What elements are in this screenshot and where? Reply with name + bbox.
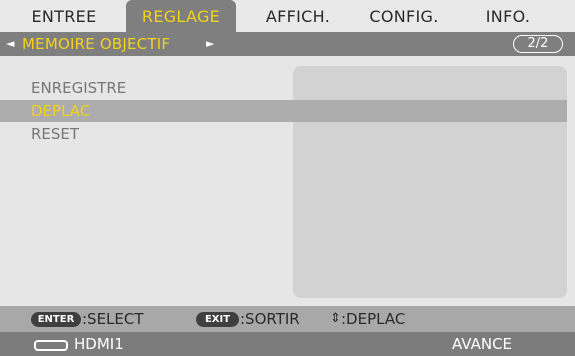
exit-key-icon: EXIT (196, 312, 239, 327)
enter-key-icon: ENTER (31, 312, 81, 327)
page-indicator: 2/2 (513, 35, 563, 53)
input-source: HDMI1 (74, 335, 124, 353)
arrow-left-icon[interactable]: ◄ (6, 36, 14, 52)
move-guide-label: :DEPLAC (341, 310, 406, 328)
tab-affich[interactable]: AFFICH. (248, 0, 348, 32)
arrow-right-icon[interactable]: ► (206, 36, 214, 52)
menu-item-deplac[interactable]: DEPLAC (0, 100, 567, 122)
menu-item-label: ENREGISTRE (31, 79, 127, 97)
up-down-icon: ⇕ (330, 311, 341, 326)
exit-guide-label: :SORTIR (240, 310, 300, 328)
menu-item-reset[interactable]: RESET (0, 123, 79, 145)
submenu-header: ◄ MEMOIRE OBJECTIF ► 2/2 (0, 32, 575, 56)
projector-osd-menu: ENTREE REGLAGE AFFICH. CONFIG. INFO. ◄ M… (0, 0, 575, 356)
tab-reglage[interactable]: REGLAGE (126, 0, 236, 32)
hdmi-connector-icon (34, 340, 68, 351)
key-guide: ENTER :SELECT EXIT :SORTIR ⇕ :DEPLAC (0, 306, 575, 332)
menu-item-label: DEPLAC (31, 102, 91, 120)
status-bar: HDMI1 AVANCE (0, 332, 575, 356)
menu-item-label: RESET (31, 125, 80, 143)
enter-guide-label: :SELECT (82, 310, 144, 328)
mode-indicator: AVANCE (452, 335, 513, 353)
tab-entree[interactable]: ENTREE (14, 0, 114, 32)
menu-body: ENREGISTRE DEPLAC RESET (0, 56, 575, 306)
menu-item-enregistre[interactable]: ENREGISTRE (0, 77, 126, 99)
submenu-title: MEMOIRE OBJECTIF (22, 35, 171, 53)
tab-config[interactable]: CONFIG. (354, 0, 454, 32)
tab-bar: ENTREE REGLAGE AFFICH. CONFIG. INFO. (0, 0, 575, 32)
tab-info[interactable]: INFO. (468, 0, 548, 32)
